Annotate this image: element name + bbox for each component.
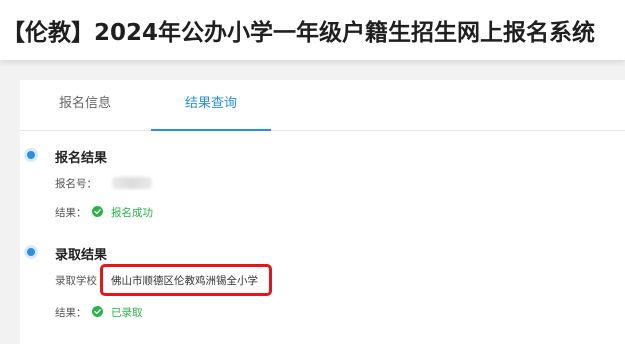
app-header: 【伦教】2024年公办小学一年级户籍生招生网上报名系统: [0, 0, 625, 60]
timeline-dot-icon: [27, 248, 35, 256]
registration-number-redacted: [112, 177, 152, 189]
admitted-school-name: 佛山市顺德区伦教鸡洲锡全小学: [111, 275, 258, 287]
check-circle-icon: [92, 306, 103, 317]
tab-result-query-label: 结果查询: [184, 96, 237, 111]
registration-number-label: 报名号：: [55, 178, 97, 190]
active-tab-indicator: [151, 129, 271, 131]
tab-registration-info[interactable]: 报名信息: [20, 80, 150, 130]
admitted-school-label: 录取学校: [55, 275, 97, 287]
admission-result-label: 结果：: [55, 307, 87, 319]
registration-status: 报名成功: [111, 207, 153, 219]
page: 【伦教】2024年公办小学一年级户籍生招生网上报名系统 报名信息 结果查询 报名…: [0, 0, 625, 344]
tab-result-query[interactable]: 结果查询: [151, 80, 271, 131]
admission-status: 已录取: [111, 307, 143, 319]
registration-result-label: 结果：: [55, 207, 87, 219]
page-title: 【伦教】2024年公办小学一年级户籍生招生网上报名系统: [2, 20, 596, 46]
admission-section-title: 录取结果: [55, 248, 108, 263]
tab-bar: 报名信息 结果查询: [20, 80, 625, 131]
timeline-dot-icon: [27, 151, 35, 159]
tab-registration-info-label: 报名信息: [58, 96, 111, 111]
check-circle-icon: [92, 206, 103, 217]
registration-section-title: 报名结果: [55, 151, 108, 166]
